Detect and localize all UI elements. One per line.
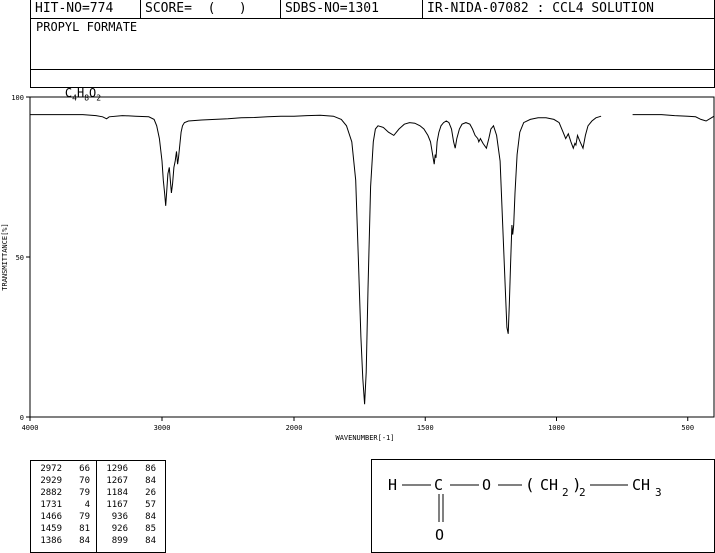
- peak-wavenumber: 1386: [40, 536, 62, 546]
- peak-column-left: 2972 66 2929 70 2882 79 1731 4 1466 79 1459 81 1386 8…: [34, 463, 90, 547]
- peak-transmittance: 79: [79, 512, 90, 522]
- x-tick-label: 500: [681, 424, 694, 432]
- x-tick-label: 2000: [286, 424, 303, 432]
- peak-transmittance: 57: [145, 500, 156, 510]
- peak-wavenumber: 936: [111, 512, 128, 522]
- x-tick-label: 1500: [417, 424, 434, 432]
- subscript-2: 2: [562, 486, 569, 499]
- x-tick-label: 1000: [548, 424, 565, 432]
- ir-spectrum-chart: 4000 3000 2000 1500 1000 500 0 50 100 WAVENUMBE…: [1, 94, 715, 442]
- peak-row: 1731 4: [34, 499, 90, 511]
- peak-row: 1167 57: [100, 499, 156, 511]
- peak-row: 1466 79: [34, 511, 90, 523]
- peak-transmittance: 4: [84, 500, 90, 510]
- peak-wavenumber: 1267: [106, 476, 128, 486]
- peak-transmittance: 84: [79, 536, 90, 546]
- group-ch2: CH: [540, 476, 558, 494]
- y-tick-label: 50: [16, 254, 24, 262]
- peak-table-divider: [96, 461, 97, 552]
- atom-o: O: [482, 476, 491, 494]
- plot-frame: [29, 96, 715, 418]
- peak-row: 1296 86: [100, 463, 156, 475]
- peak-row: 2972 66: [34, 463, 90, 475]
- chemical-structure: H C O ( CH 2 ) 2 CH 3 O: [388, 475, 662, 544]
- peak-wavenumber: 2929: [40, 476, 62, 486]
- peak-transmittance: 84: [145, 536, 156, 546]
- x-tick-label: 4000: [22, 424, 39, 432]
- peak-wavenumber: 2882: [40, 488, 62, 498]
- group-ch3: CH: [632, 476, 650, 494]
- peak-column-right: 1296 86 1267 84 1184 26 1167 57 936 84 926 85 899 84: [100, 463, 156, 547]
- peak-row: 1267 84: [100, 475, 156, 487]
- peak-wavenumber: 1459: [40, 524, 62, 534]
- carbonyl-oxygen: O: [435, 526, 444, 544]
- spectrum-line: [632, 114, 715, 122]
- y-axis: 0 50 100: [11, 94, 30, 422]
- peak-row: 926 85: [100, 523, 156, 535]
- peak-wavenumber: 1184: [106, 488, 128, 498]
- peak-row: 2929 70: [34, 475, 90, 487]
- atom-c: C: [434, 476, 443, 494]
- x-axis: 4000 3000 2000 1500 1000 500: [22, 417, 694, 432]
- peak-transmittance: 70: [79, 476, 90, 486]
- peak-transmittance: 26: [145, 488, 156, 498]
- peak-wavenumber: 1731: [40, 500, 62, 510]
- peak-wavenumber: 926: [111, 524, 128, 534]
- peak-row: 899 84: [100, 535, 156, 547]
- peak-transmittance: 79: [79, 488, 90, 498]
- peak-row: 2882 79: [34, 487, 90, 499]
- peak-row: 936 84: [100, 511, 156, 523]
- peak-wavenumber: 1167: [106, 500, 128, 510]
- peak-transmittance: 66: [79, 464, 90, 474]
- peak-transmittance: 85: [145, 524, 156, 534]
- peak-wavenumber: 899: [111, 536, 128, 546]
- peak-wavenumber: 1466: [40, 512, 62, 522]
- y-tick-label: 0: [20, 414, 24, 422]
- y-axis-label: TRANSMITTANCE[%]: [1, 223, 9, 290]
- peak-row: 1184 26: [100, 487, 156, 499]
- peak-transmittance: 81: [79, 524, 90, 534]
- spectrum-line: [30, 114, 602, 405]
- paren-open: (: [525, 475, 535, 494]
- peak-transmittance: 84: [145, 512, 156, 522]
- x-axis-label: WAVENUMBER[-1]: [335, 434, 394, 442]
- x-tick-label: 3000: [154, 424, 171, 432]
- repeat-count: 2: [579, 486, 586, 499]
- y-tick-label: 100: [11, 94, 24, 102]
- peak-wavenumber: 1296: [106, 464, 128, 474]
- peak-wavenumber: 2972: [40, 464, 62, 474]
- peak-transmittance: 86: [145, 464, 156, 474]
- peak-transmittance: 84: [145, 476, 156, 486]
- peak-row: 1386 84: [34, 535, 90, 547]
- atom-h: H: [388, 476, 397, 494]
- peak-table: 2972 66 2929 70 2882 79 1731 4 1466 79 1459 81 1386 8…: [30, 460, 166, 553]
- subscript-3: 3: [655, 486, 662, 499]
- structure-box: H C O ( CH 2 ) 2 CH 3 O: [371, 459, 715, 553]
- peak-row: 1459 81: [34, 523, 90, 535]
- spectrum-series: [30, 114, 715, 405]
